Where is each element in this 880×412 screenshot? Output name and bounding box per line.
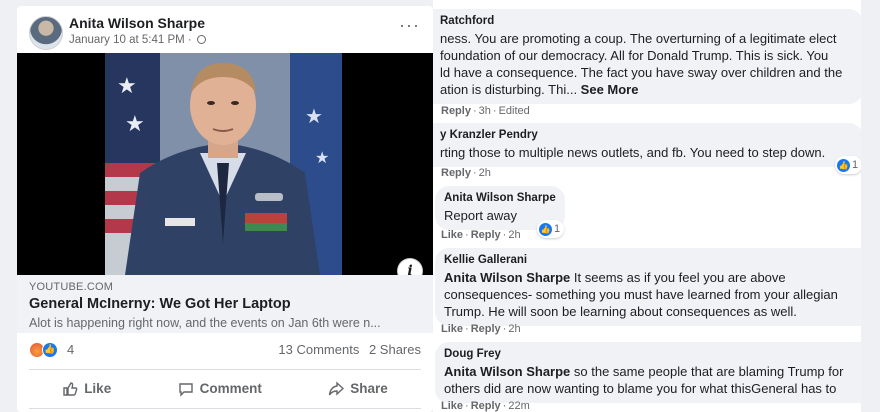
comment-time[interactable]: 22m: [508, 400, 529, 412]
comment-line: Anita Wilson Sharpe so the same people t…: [444, 363, 854, 380]
comment-actions: Like · Reply · 2h: [441, 229, 521, 241]
link-preview-box[interactable]: YOUTUBE.COM General McInerny: We Got Her…: [17, 275, 433, 333]
comment-line: ation is disturbing. Thi... See More: [440, 81, 854, 98]
comment-line: Anita Wilson Sharpe It seems as if you f…: [444, 269, 854, 286]
like-button[interactable]: Like: [62, 381, 111, 397]
author-avatar[interactable]: [29, 16, 63, 50]
comment-bubble: y Kranzler Pendry rting those to multipl…: [433, 123, 861, 167]
thumbs-up-icon: [63, 381, 78, 396]
comment-actions: Like · Reply · 22m: [441, 400, 530, 412]
svg-text:★: ★: [315, 148, 329, 167]
reply-link[interactable]: Reply: [471, 323, 501, 335]
comment-time[interactable]: 2h: [508, 323, 520, 335]
comment-line-text: so the same people that are blaming Trum…: [570, 364, 844, 379]
like-link[interactable]: Like: [441, 229, 463, 241]
svg-text:★: ★: [305, 104, 323, 128]
comment-author[interactable]: Ratchford: [440, 15, 854, 27]
reply-link[interactable]: Reply: [471, 400, 501, 412]
tagged-user[interactable]: Anita Wilson Sharpe: [444, 270, 570, 285]
like-label: Like: [84, 381, 112, 396]
comment-actions: Reply · 2h: [441, 167, 491, 179]
shares-count-link[interactable]: 2 Shares: [369, 342, 421, 357]
public-globe-icon: [196, 35, 206, 44]
share-label: Share: [350, 381, 388, 396]
link-description: Alot is happening right now, and the eve…: [29, 316, 381, 330]
comment-actions: Reply · 3h · Edited: [441, 105, 530, 117]
comment-bubble: Doug Frey Anita Wilson Sharpe so the sam…: [435, 342, 861, 403]
more-options-icon[interactable]: ···: [399, 16, 420, 34]
comment-author[interactable]: Doug Frey: [444, 348, 854, 360]
comment-line-text: ation is disturbing. Thi...: [440, 82, 581, 97]
share-button[interactable]: Share: [328, 380, 388, 397]
post-author-name[interactable]: Anita Wilson Sharpe: [69, 15, 205, 31]
see-more-link[interactable]: See More: [581, 82, 639, 97]
comment-author[interactable]: Anita Wilson Sharpe: [444, 192, 556, 204]
post-timestamp-text[interactable]: January 10 at 5:41 PM ·: [69, 34, 192, 46]
reply-link[interactable]: Reply: [441, 105, 471, 117]
comment-line: foundation of our democracy. All for Don…: [440, 48, 829, 63]
comments-list: Ratchford ness. You are promoting a coup…: [433, 0, 861, 412]
comment-button[interactable]: Comment: [178, 381, 262, 397]
page-background-strip: [861, 0, 880, 412]
comment-input-area[interactable]: [29, 408, 421, 412]
comment-like-badge[interactable]: 👍 1: [537, 220, 565, 238]
like-reaction-icon: 👍: [539, 222, 552, 236]
post-card: Anita Wilson Sharpe January 10 at 5:41 P…: [17, 6, 433, 412]
like-link[interactable]: Like: [441, 323, 463, 335]
comment-line-text: It seems as if you feel you are above: [570, 270, 786, 285]
comment-author[interactable]: Kellie Gallerani: [444, 254, 854, 266]
comment-bubble: Ratchford ness. You are promoting a coup…: [433, 9, 861, 104]
comment-icon: [178, 382, 193, 397]
general-portrait-image: ★ ★ ★ ★: [105, 53, 342, 275]
like-link[interactable]: Like: [441, 400, 463, 412]
link-preview-image[interactable]: ★ ★ ★ ★ i: [17, 53, 433, 283]
comment-line: Trump. He will soon be learning about co…: [444, 304, 797, 319]
comment-time[interactable]: 3h: [479, 105, 491, 117]
like-reaction-icon: 👍: [837, 158, 850, 172]
reaction-count[interactable]: 4: [67, 342, 74, 357]
comment-like-badge[interactable]: 👍 1: [835, 156, 861, 174]
comment-label: Comment: [199, 381, 262, 396]
comment-line: ness. You are promoting a coup. The over…: [440, 31, 837, 46]
comment-like-count: 1: [554, 223, 561, 235]
comments-count-link[interactable]: 13 Comments: [278, 342, 359, 357]
tagged-user[interactable]: Anita Wilson Sharpe: [444, 364, 570, 379]
like-reaction-icon[interactable]: 👍: [42, 342, 58, 358]
post-action-bar: Like Comment Share: [29, 369, 421, 407]
svg-text:★: ★: [125, 112, 145, 137]
reply-link[interactable]: Reply: [441, 167, 471, 179]
share-arrow-icon: [329, 380, 345, 396]
post-timestamp[interactable]: January 10 at 5:41 PM ·: [69, 34, 206, 46]
reply-link[interactable]: Reply: [471, 229, 501, 241]
link-domain: YOUTUBE.COM: [29, 281, 114, 293]
comment-bubble: Kellie Gallerani Anita Wilson Sharpe It …: [435, 248, 861, 326]
reactions-summary: 👍 4 13 Comments 2 Shares: [29, 340, 421, 362]
svg-text:★: ★: [117, 74, 137, 99]
post-header: Anita Wilson Sharpe January 10 at 5:41 P…: [29, 12, 424, 52]
comment-like-count: 1: [852, 159, 859, 171]
comment-time[interactable]: 2h: [479, 167, 491, 179]
comment-line: consequences- something you must have le…: [444, 287, 838, 302]
comment-line: rting those to multiple news outlets, an…: [440, 145, 826, 160]
comment-line: others did are now wanting to blame you …: [444, 381, 837, 396]
comment-line: ld have a consequence. The fact you have…: [440, 65, 843, 80]
link-title[interactable]: General McInerny: We Got Her Laptop: [29, 296, 421, 312]
edited-label[interactable]: Edited: [499, 105, 530, 117]
comment-actions: Like · Reply · 2h: [441, 323, 521, 335]
post-stats: 13 Comments 2 Shares: [278, 342, 421, 357]
comment-author[interactable]: y Kranzler Pendry: [440, 129, 854, 141]
comment-time[interactable]: 2h: [508, 229, 520, 241]
